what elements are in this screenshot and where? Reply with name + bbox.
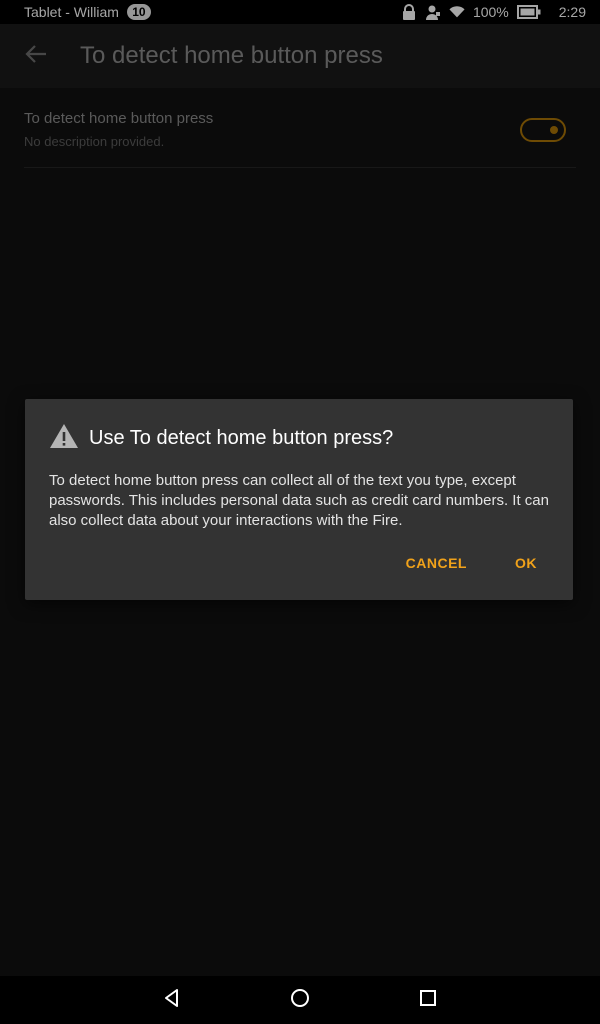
recents-square-icon <box>418 988 438 1013</box>
nav-recents-button[interactable] <box>396 976 460 1024</box>
warning-icon <box>49 423 79 454</box>
nav-back-button[interactable] <box>140 976 204 1024</box>
ok-button[interactable]: OK <box>515 555 537 571</box>
permission-dialog: Use To detect home button press? To dete… <box>25 399 573 600</box>
dialog-actions: CANCEL OK <box>406 555 537 571</box>
navigation-bar <box>0 976 600 1024</box>
dialog-header: Use To detect home button press? <box>49 423 393 454</box>
home-circle-icon <box>290 988 310 1013</box>
dialog-message: To detect home button press can collect … <box>49 472 549 529</box>
dialog-title: Use To detect home button press? <box>89 427 394 449</box>
cancel-button[interactable]: CANCEL <box>406 555 467 571</box>
back-triangle-icon <box>162 988 182 1013</box>
nav-home-button[interactable] <box>268 976 332 1024</box>
